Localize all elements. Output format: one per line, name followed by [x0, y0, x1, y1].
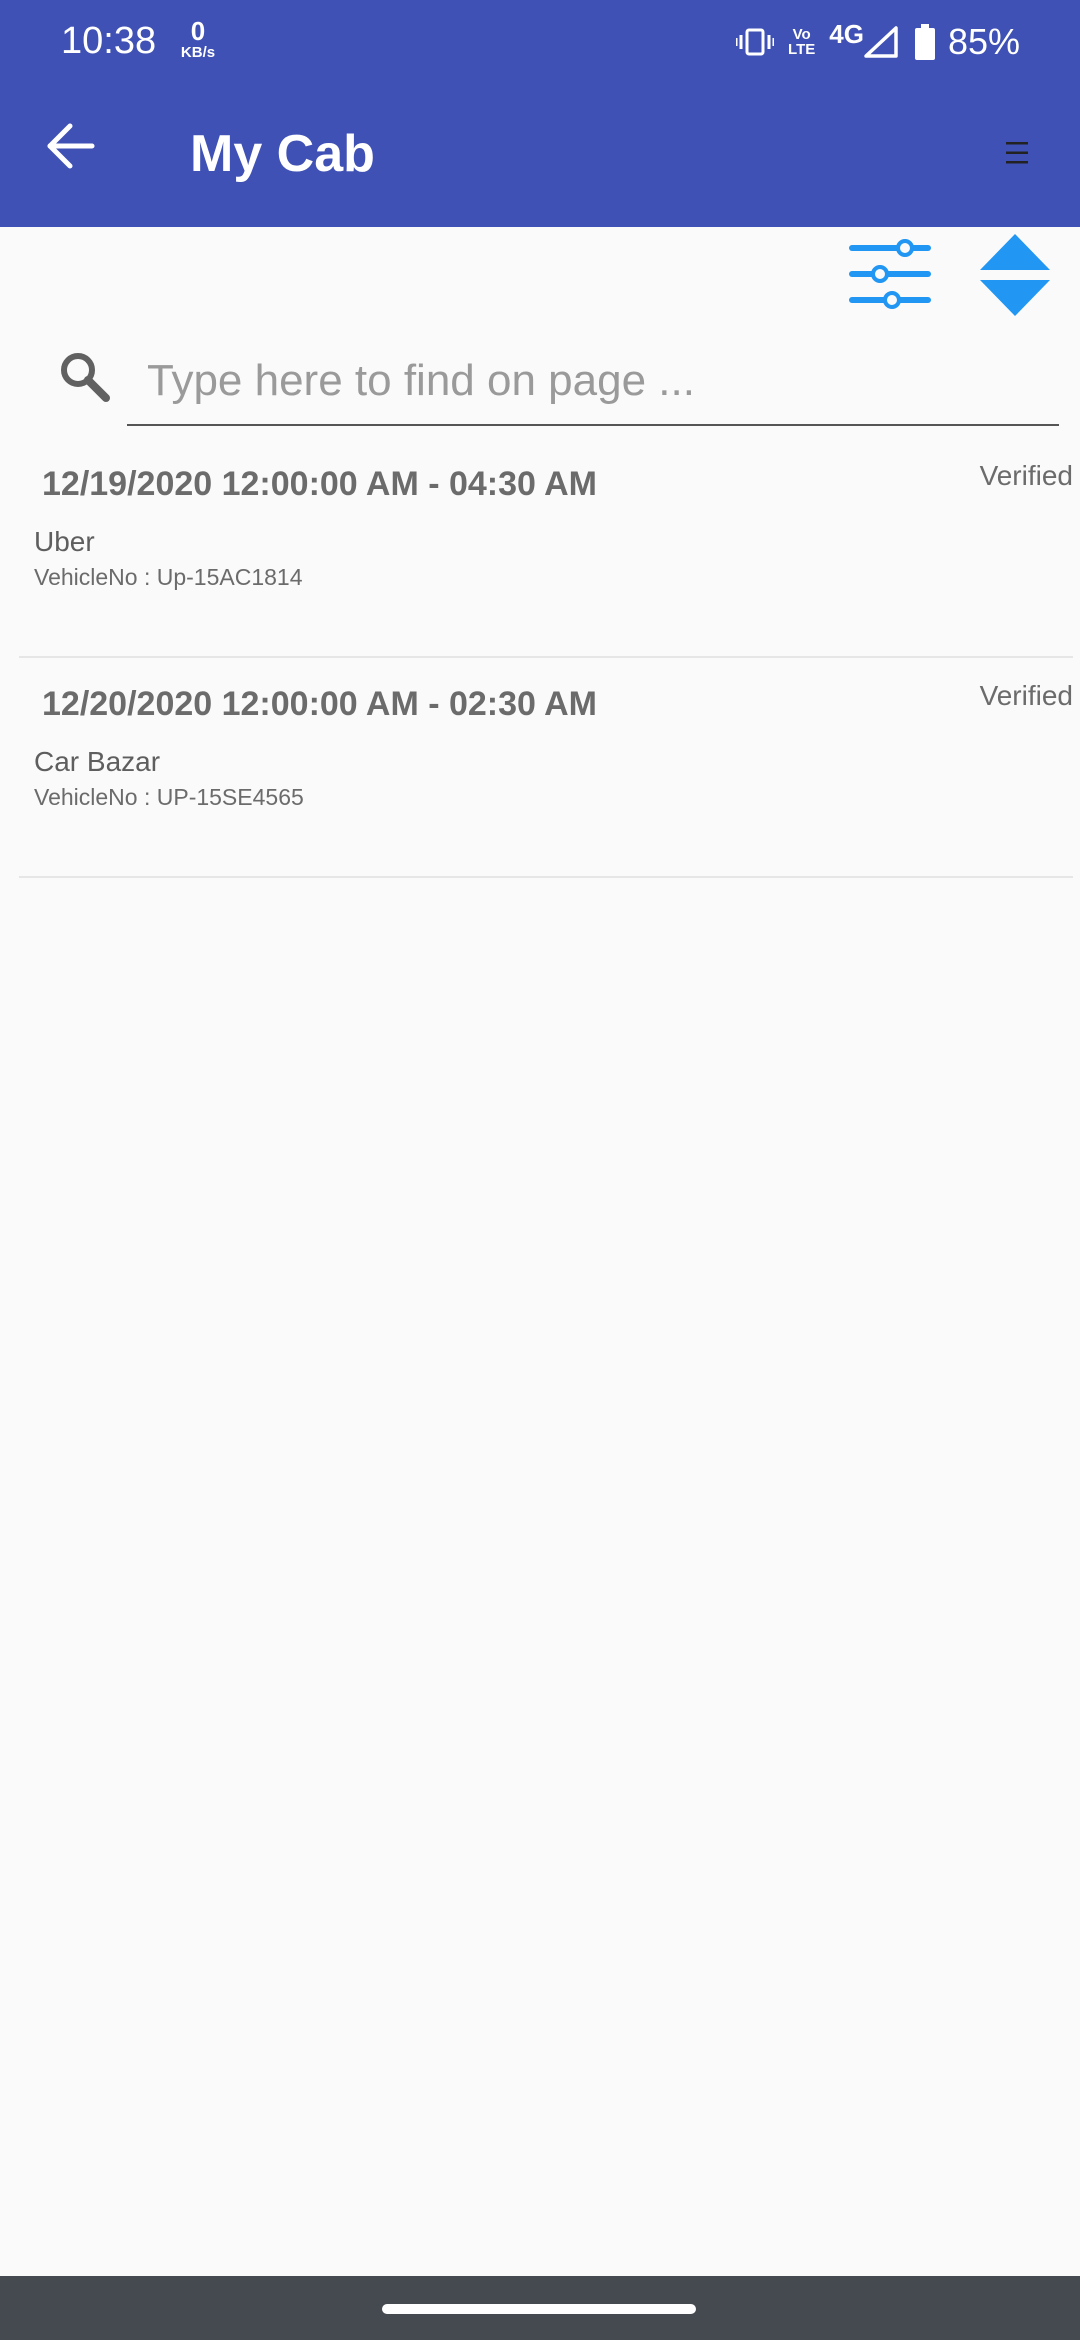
trip-provider: Uber: [34, 526, 95, 557]
network-speed-value: 0: [190, 16, 206, 46]
trip-vehicle-number: VehicleNo : UP-15SE4565: [34, 784, 304, 810]
sliders-icon: [849, 239, 931, 309]
search-icon: [56, 348, 112, 404]
trip-provider: Car Bazar: [34, 746, 161, 777]
vibrate-icon: [736, 27, 775, 57]
filter-button[interactable]: [848, 236, 932, 314]
status-badge: Verified: [979, 680, 1073, 711]
sort-button[interactable]: [978, 232, 1052, 318]
back-button[interactable]: [44, 118, 100, 174]
trip-datetime: 12/20/2020 12:00:00 AM - 02:30 AM: [42, 685, 598, 723]
trip-datetime: 12/19/2020 12:00:00 AM - 04:30 AM: [42, 465, 598, 503]
page-title: My Cab: [190, 125, 375, 183]
battery-icon: [914, 24, 936, 60]
app-bar: 10:38 0 KB/s Vo LTE 4G 85% My Cab: [0, 0, 1080, 227]
arrow-left-icon: [47, 123, 95, 169]
status-icons: Vo LTE 4G 85%: [736, 18, 1020, 66]
list-item[interactable]: 12/19/2020 12:00:00 AM - 04:30 AM Verifi…: [19, 440, 1073, 658]
system-navigation-bar: [0, 2276, 1080, 2340]
search-input[interactable]: [127, 338, 1059, 426]
menu-icon: [1006, 142, 1028, 164]
list-item[interactable]: 12/20/2020 12:00:00 AM - 02:30 AM Verifi…: [19, 660, 1073, 878]
status-time: 10:38: [61, 20, 157, 62]
menu-button[interactable]: [1000, 140, 1034, 166]
volte-bottom-label: LTE: [788, 41, 816, 58]
network-speed-unit: KB/s: [180, 44, 216, 61]
battery-percentage: 85%: [947, 21, 1020, 62]
sort-up-down-icon: [980, 234, 1050, 316]
home-gesture-handle[interactable]: [382, 2304, 696, 2314]
volte-icon: Vo LTE: [788, 27, 815, 57]
trip-vehicle-number: VehicleNo : Up-15AC1814: [34, 564, 303, 590]
signal-icon: [864, 26, 898, 58]
network-type-label: 4G: [829, 18, 864, 49]
network-speed: 0 KB/s: [176, 18, 220, 61]
status-badge: Verified: [979, 460, 1073, 491]
